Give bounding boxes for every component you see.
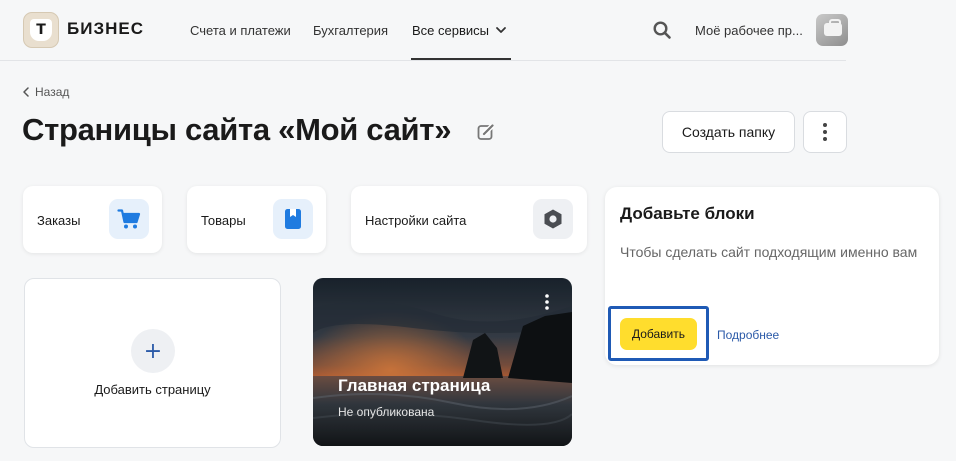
add-blocks-promo: Добавьте блоки Чтобы сделать сайт подход…	[605, 187, 939, 365]
cart-icon	[109, 199, 149, 239]
top-header: Т БИЗНЕС Счета и платежи Бухгалтерия Все…	[0, 0, 956, 61]
header-divider	[0, 60, 846, 61]
more-options-button[interactable]	[803, 111, 847, 153]
add-page-label: Добавить страницу	[94, 382, 211, 397]
promo-text: Чтобы сделать сайт подходящим именно вам	[620, 244, 918, 260]
quick-card-site-settings[interactable]: Настройки сайта	[351, 186, 587, 253]
add-page-card[interactable]: + Добавить страницу	[24, 278, 281, 448]
home-page-title: Главная страница	[338, 376, 491, 395]
chevron-left-icon	[23, 87, 29, 97]
home-page-preview-image	[313, 278, 572, 446]
plus-icon: +	[131, 329, 175, 373]
logo-letter: Т	[30, 19, 52, 41]
brand-name[interactable]: БИЗНЕС	[67, 19, 144, 39]
quick-card-label: Настройки сайта	[365, 213, 467, 228]
search-icon[interactable]	[652, 20, 672, 40]
add-button[interactable]: Добавить	[620, 318, 697, 350]
quick-card-label: Товары	[201, 213, 246, 228]
create-folder-button[interactable]: Создать папку	[662, 111, 795, 153]
edit-icon[interactable]	[476, 122, 496, 142]
quick-card-products[interactable]: Товары	[187, 186, 326, 253]
nav-accounting[interactable]: Бухгалтерия	[313, 23, 388, 38]
quick-card-label: Заказы	[37, 213, 81, 228]
bookmark-icon	[273, 199, 313, 239]
chevron-down-icon[interactable]	[495, 24, 507, 36]
more-vertical-icon	[823, 123, 827, 141]
quick-card-orders[interactable]: Заказы	[23, 186, 162, 253]
learn-more-link[interactable]: Подробнее	[717, 328, 779, 342]
avatar[interactable]	[816, 14, 848, 46]
back-label: Назад	[35, 85, 70, 99]
promo-title: Добавьте блоки	[620, 204, 755, 223]
logo[interactable]: Т	[23, 12, 59, 48]
home-page-card[interactable]	[313, 278, 572, 446]
page-title: Страницы сайта «Мой сайт»	[22, 112, 452, 147]
nav-all-services[interactable]: Все сервисы	[412, 23, 489, 38]
back-link[interactable]: Назад	[22, 85, 69, 99]
gear-icon	[533, 199, 573, 239]
home-card-menu-icon[interactable]	[540, 293, 554, 311]
workspace-selector[interactable]: Моё рабочее пр...	[695, 23, 803, 38]
nav-accounts-payments[interactable]: Счета и платежи	[190, 23, 291, 38]
home-page-status: Не опубликована	[338, 405, 435, 419]
